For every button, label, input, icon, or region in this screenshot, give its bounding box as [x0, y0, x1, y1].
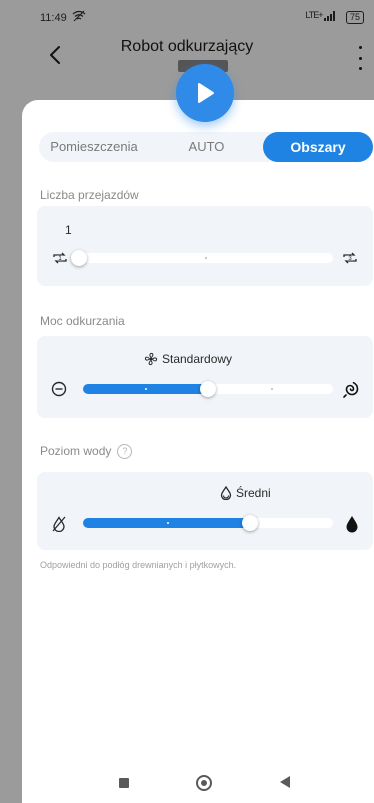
wifi-icon — [72, 10, 86, 25]
water-slider-thumb[interactable] — [242, 515, 258, 531]
water-card: Średni — [37, 472, 373, 550]
mode-tabs: Pomieszczenia AUTO Obszary — [39, 132, 373, 162]
status-bar: 11:49 LTE+ 75 — [0, 0, 374, 24]
passes-value: 1 — [65, 223, 72, 237]
slider-tick — [145, 388, 147, 390]
droplet-outline-icon — [220, 486, 232, 500]
suction-title: Moc odkurzania — [40, 314, 125, 328]
signal-icon: LTE+ — [305, 10, 336, 21]
more-dot — [358, 56, 362, 60]
max-suction-icon[interactable] — [343, 380, 361, 398]
play-icon — [198, 83, 214, 103]
water-title: Poziom wody? — [40, 444, 133, 460]
passes-title: Liczba przejazdów — [40, 188, 139, 202]
battery-icon: 75 — [345, 11, 364, 24]
start-button[interactable] — [176, 64, 234, 122]
repeat-1-icon[interactable]: 1 — [51, 251, 69, 265]
suction-slider-track[interactable] — [83, 381, 333, 397]
quiet-icon[interactable] — [51, 381, 67, 397]
signal-label: LTE+ — [305, 10, 323, 20]
passes-slider-track[interactable] — [71, 250, 333, 266]
tab-auto[interactable]: AUTO — [149, 132, 264, 162]
page-title: Robot odkurzający — [120, 38, 254, 55]
suction-level-label: Standardowy — [144, 352, 232, 366]
water-level-text: Średni — [236, 486, 271, 500]
water-slider-track[interactable] — [83, 515, 333, 531]
more-dot — [358, 46, 362, 49]
battery-level: 75 — [349, 12, 360, 22]
system-nav-bar — [22, 770, 374, 800]
repeat-3-icon[interactable]: 3 — [341, 251, 359, 265]
triangle-back-icon — [280, 776, 290, 788]
passes-slider-thumb[interactable] — [71, 250, 87, 266]
more-options-button[interactable] — [352, 44, 368, 72]
suction-slider-thumb[interactable] — [200, 381, 216, 397]
status-time: 11:49 — [40, 12, 67, 24]
recent-apps-button[interactable] — [119, 778, 129, 788]
slider-tick — [167, 522, 169, 524]
fan-icon — [144, 352, 158, 366]
help-icon[interactable]: ? — [117, 444, 133, 460]
suction-level-text: Standardowy — [162, 352, 233, 366]
system-back-button[interactable] — [279, 775, 291, 794]
home-button[interactable] — [196, 775, 212, 791]
water-level-label: Średni — [220, 486, 271, 500]
tab-rooms[interactable]: Pomieszczenia — [39, 132, 149, 162]
no-water-icon[interactable] — [51, 516, 67, 532]
slider-tick — [205, 257, 207, 259]
passes-card: 1 1 3 — [37, 206, 373, 286]
tab-zones[interactable]: Obszary — [263, 132, 373, 162]
home-dot — [201, 780, 207, 786]
water-hint-text: Odpowiedni do podłóg drewnianych i płytk… — [40, 560, 237, 570]
more-dot — [358, 67, 362, 70]
suction-card: Standardowy — [37, 336, 373, 418]
droplet-filled-icon[interactable] — [345, 515, 359, 533]
frame-left — [0, 0, 22, 803]
slider-tick — [271, 388, 273, 390]
water-title-text: Poziom wody — [40, 444, 112, 458]
